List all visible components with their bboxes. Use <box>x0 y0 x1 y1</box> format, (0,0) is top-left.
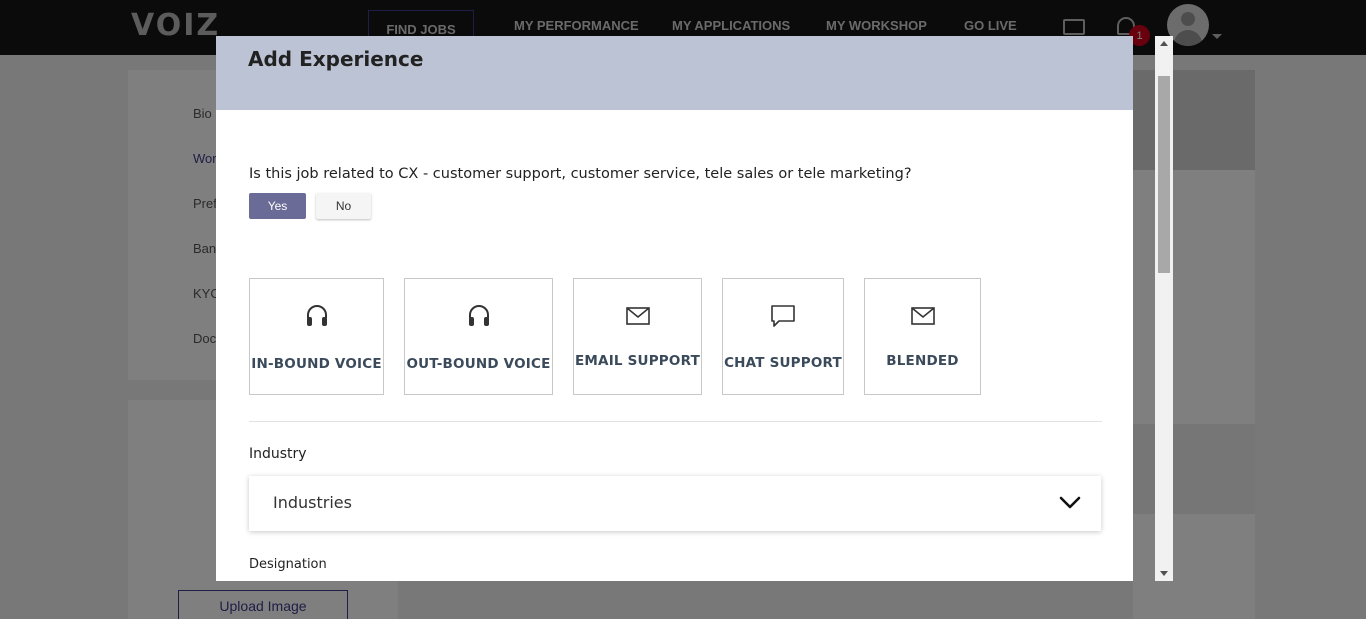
chevron-down-icon <box>1059 496 1081 509</box>
tile-blended[interactable]: BLENDED <box>864 278 981 395</box>
industry-placeholder: Industries <box>273 493 352 512</box>
add-experience-modal: Add Experience Is this job related to CX… <box>216 36 1133 581</box>
envelope-icon <box>910 307 935 325</box>
yes-button[interactable]: Yes <box>249 193 306 219</box>
headset-icon <box>306 305 327 326</box>
cx-question: Is this job related to CX - customer sup… <box>249 166 912 182</box>
no-button[interactable]: No <box>316 193 371 219</box>
tile-inbound-voice[interactable]: IN-BOUND VOICE <box>249 278 384 395</box>
envelope-icon <box>625 307 650 325</box>
industry-label: Industry <box>249 446 307 462</box>
divider <box>249 421 1102 422</box>
headset-icon <box>468 305 489 326</box>
modal-title: Add Experience <box>248 47 424 71</box>
tile-label: OUT-BOUND VOICE <box>406 356 551 372</box>
tile-label: CHAT SUPPORT <box>724 355 842 371</box>
tile-label: BLENDED <box>886 353 959 369</box>
designation-label: Designation <box>249 557 327 572</box>
modal-scrollbar[interactable] <box>1155 36 1173 581</box>
scroll-thumb[interactable] <box>1158 76 1170 273</box>
tile-chat-support[interactable]: CHAT SUPPORT <box>722 278 844 395</box>
scroll-up-arrow-icon[interactable] <box>1160 41 1168 46</box>
tile-outbound-voice[interactable]: OUT-BOUND VOICE <box>404 278 553 395</box>
modal-header: Add Experience <box>216 36 1133 110</box>
chat-bubble-icon <box>771 305 795 327</box>
tile-label: IN-BOUND VOICE <box>251 356 382 372</box>
scroll-down-arrow-icon[interactable] <box>1160 571 1168 576</box>
industry-dropdown[interactable]: Industries <box>249 476 1101 531</box>
tile-label: EMAIL SUPPORT <box>575 353 700 369</box>
tile-email-support[interactable]: EMAIL SUPPORT <box>573 278 702 395</box>
